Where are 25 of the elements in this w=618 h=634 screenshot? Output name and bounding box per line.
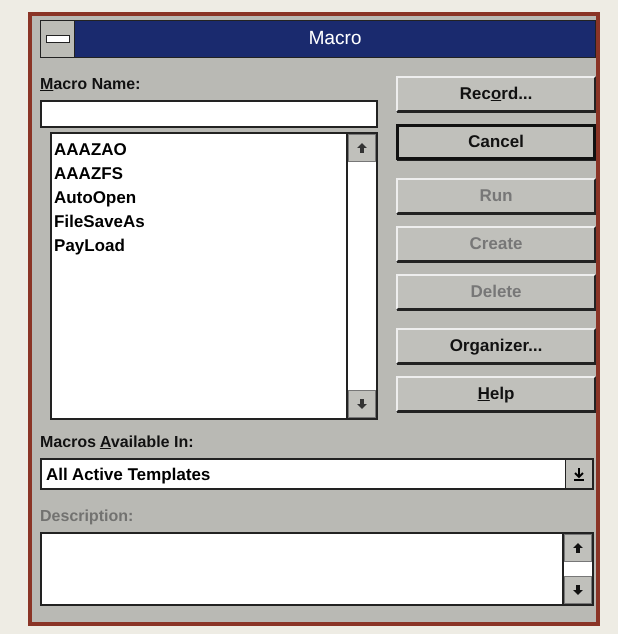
- macro-list-item[interactable]: AAAZAO: [54, 138, 344, 162]
- macro-list-item[interactable]: AutoOpen: [54, 186, 344, 210]
- scrollbar[interactable]: [346, 134, 376, 418]
- down-arrow-icon: [356, 398, 368, 410]
- dialog-button[interactable]: Cancel: [396, 124, 596, 160]
- macros-available-label: Macros Available In:: [40, 434, 195, 452]
- scroll-up-button[interactable]: [348, 134, 376, 162]
- dialog-button[interactable]: Record...: [396, 76, 596, 112]
- macro-list-item[interactable]: AAAZFS: [54, 162, 344, 186]
- macro-name-label: Macro Name:: [40, 76, 142, 94]
- macro-name-field[interactable]: [40, 100, 378, 128]
- scroll-up-button[interactable]: [564, 534, 592, 562]
- macro-list-item[interactable]: PayLoad: [54, 234, 344, 258]
- up-arrow-icon: [572, 542, 584, 554]
- macro-list-item[interactable]: FileSaveAs: [54, 210, 344, 234]
- dialog-button[interactable]: Organizer...: [396, 328, 596, 364]
- window-title: Macro: [75, 21, 595, 57]
- scrollbar[interactable]: [562, 534, 592, 604]
- down-arrow-icon: [572, 584, 584, 596]
- scroll-down-button[interactable]: [564, 576, 592, 604]
- up-arrow-icon: [356, 142, 368, 154]
- macros-available-dropdown[interactable]: All Active Templates: [40, 458, 594, 490]
- dialog-button[interactable]: Help: [396, 376, 596, 412]
- scroll-down-button[interactable]: [348, 390, 376, 418]
- description-label: Description:: [40, 508, 134, 526]
